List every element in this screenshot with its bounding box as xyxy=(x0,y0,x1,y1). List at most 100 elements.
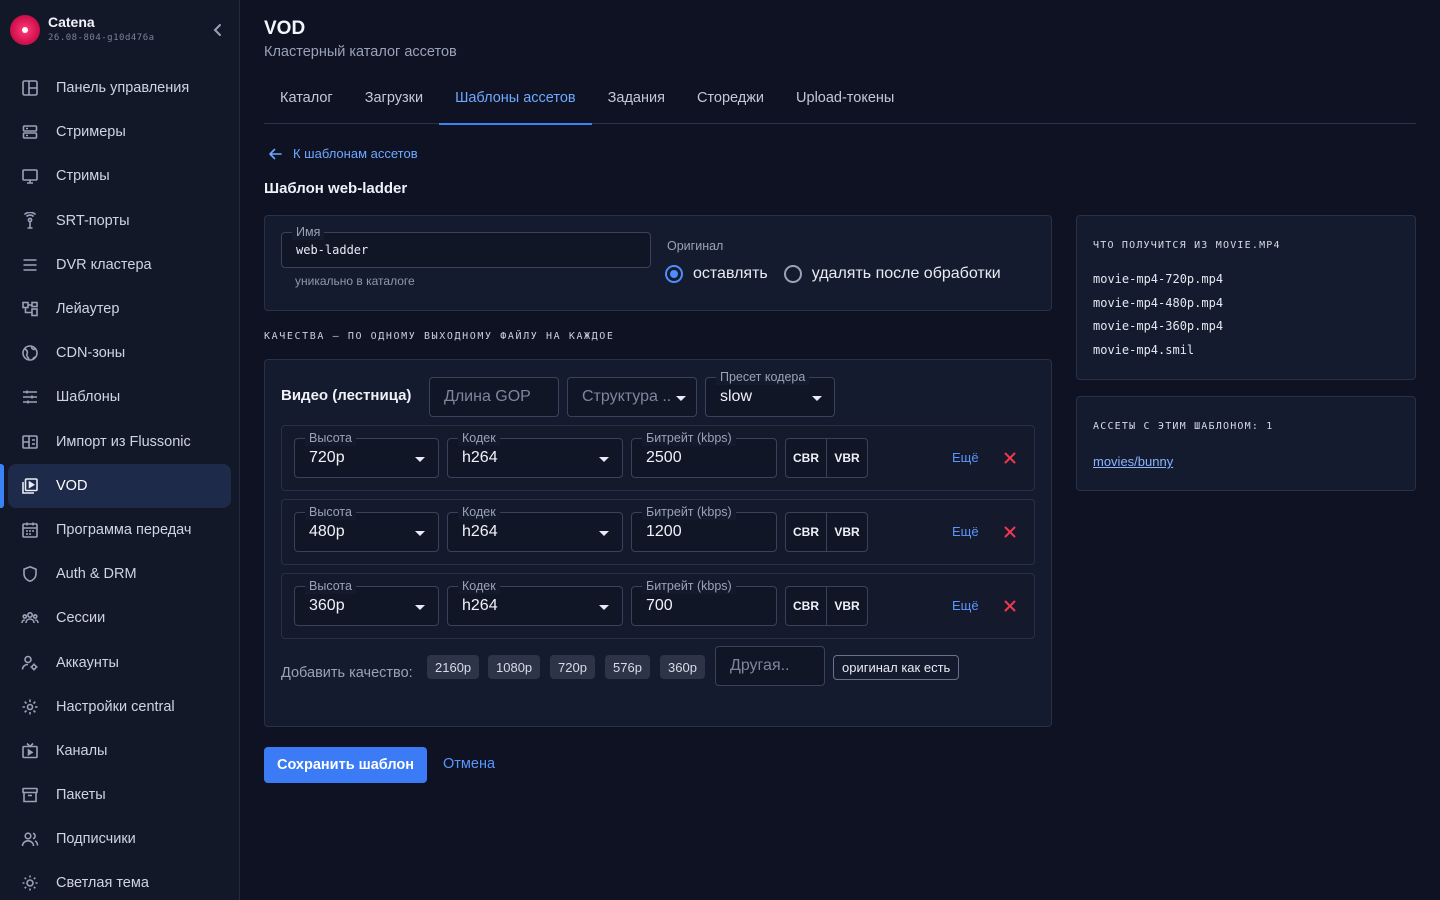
tab-upload-tokens[interactable]: Upload-токены xyxy=(780,76,910,124)
output-file: movie-mp4-720p.mp4 xyxy=(1093,272,1224,286)
sidebar-item-flussonic-import[interactable]: Импорт из Flussonic xyxy=(8,420,231,464)
custom-quality-input[interactable]: Другая.. xyxy=(715,646,825,686)
height-label: Высота xyxy=(305,578,356,594)
sidebar-item-label: Панель управления xyxy=(56,80,190,97)
sidebar-item-layouter[interactable]: Лейаутер xyxy=(8,287,231,331)
tab-asset-templates[interactable]: Шаблоны ассетов xyxy=(439,76,592,125)
height-select[interactable]: Высота 360p xyxy=(294,578,439,626)
chevron-down-icon xyxy=(812,396,822,401)
cancel-button[interactable]: Отмена xyxy=(443,756,495,772)
brand-name: Catena xyxy=(48,14,95,30)
tab-jobs[interactable]: Задания xyxy=(592,76,681,124)
vbr-button[interactable]: VBR xyxy=(827,587,867,625)
bitrate-label: Битрейт (kbps) xyxy=(642,430,736,446)
codec-select[interactable]: Кодек h264 xyxy=(447,578,623,626)
tab-storages[interactable]: Стореджи xyxy=(681,76,780,124)
sidebar-item-vod[interactable]: VOD xyxy=(8,463,231,508)
sidebar-item-label: Настройки central xyxy=(56,698,175,715)
codec-value: h264 xyxy=(462,597,498,614)
sidebar-item-channels[interactable]: Каналы xyxy=(8,729,231,773)
arrow-left-icon xyxy=(269,148,282,159)
cbr-button[interactable]: CBR xyxy=(786,513,827,551)
sidebar-item-dashboard[interactable]: Панель управления xyxy=(8,66,231,110)
codec-label: Кодек xyxy=(458,430,500,446)
sidebar-item-srt-ports[interactable]: SRT-порты xyxy=(8,199,231,243)
vbr-button[interactable]: VBR xyxy=(827,513,867,551)
back-to-templates-link[interactable]: К шаблонам ассетов xyxy=(268,146,418,161)
sidebar-item-auth-drm[interactable]: Auth & DRM xyxy=(8,552,231,596)
collapse-sidebar-button[interactable] xyxy=(206,18,230,42)
radio-keep[interactable] xyxy=(665,265,683,283)
height-select[interactable]: Высота 480p xyxy=(294,504,439,552)
structure-select[interactable]: Структура .. xyxy=(567,377,697,417)
sidebar-item-streamers[interactable]: Стримеры xyxy=(8,110,231,154)
remove-quality-button[interactable] xyxy=(1001,597,1019,615)
more-button[interactable]: Ещё xyxy=(952,598,979,613)
qualities-card: Видео (лестница) Длина GOP Структура .. … xyxy=(264,359,1052,727)
more-button[interactable]: Ещё xyxy=(952,450,979,465)
sidebar-item-central-settings[interactable]: Настройки central xyxy=(8,685,231,729)
preset-label: Пресет кодера xyxy=(716,369,810,385)
sidebar-nav: Панель управления Стримеры Стримы SRT-по… xyxy=(8,66,231,900)
template-title: Шаблон web-ladder xyxy=(264,180,408,197)
cbr-button[interactable]: CBR xyxy=(786,439,827,477)
sidebar-item-subscribers[interactable]: Подписчики xyxy=(8,817,231,861)
bitrate-input[interactable]: Битрейт (kbps) 700 xyxy=(631,578,777,626)
height-select[interactable]: Высота 720p xyxy=(294,430,439,478)
sidebar-item-label: Сессии xyxy=(56,610,106,627)
codec-select[interactable]: Кодек h264 xyxy=(447,504,623,552)
sidebar-item-label: Программа передач xyxy=(56,521,192,538)
name-field[interactable]: Имя web-ladder xyxy=(281,224,651,268)
sidebar-item-cdn[interactable]: CDN-зоны xyxy=(8,331,231,375)
remove-quality-button[interactable] xyxy=(1001,449,1019,467)
radio-keep-label[interactable]: оставлять xyxy=(693,265,768,283)
sun-icon xyxy=(20,873,40,893)
sidebar-item-templates[interactable]: Шаблоны xyxy=(8,375,231,419)
radio-delete-label[interactable]: удалять после обработки xyxy=(812,265,1001,283)
sidebar-item-theme-toggle[interactable]: Светлая тема xyxy=(8,861,231,900)
bitrate-input[interactable]: Битрейт (kbps) 1200 xyxy=(631,504,777,552)
chevron-down-icon xyxy=(599,605,609,610)
chevron-down-icon xyxy=(676,396,686,401)
sidebar-item-label: Пакеты xyxy=(56,787,106,804)
codec-select[interactable]: Кодек h264 xyxy=(447,430,623,478)
add-quality-chip-576p[interactable]: 576p xyxy=(605,655,650,679)
radio-delete[interactable] xyxy=(783,265,802,283)
bitrate-input[interactable]: Битрейт (kbps) 2500 xyxy=(631,430,777,478)
codec-value: h264 xyxy=(462,449,498,466)
add-quality-chip-720p[interactable]: 720p xyxy=(550,655,595,679)
server-icon xyxy=(20,122,40,142)
name-helper-text: уникально в каталоге xyxy=(295,274,415,288)
tab-uploads[interactable]: Загрузки xyxy=(349,76,439,124)
asset-link[interactable]: movies/bunny xyxy=(1093,454,1173,469)
more-button[interactable]: Ещё xyxy=(952,524,979,539)
sidebar-item-label: VOD xyxy=(56,477,88,494)
sidebar-item-sessions[interactable]: Сессии xyxy=(8,596,231,640)
main-content: VOD Кластерный каталог ассетов Каталог З… xyxy=(264,0,1416,900)
quality-row: Высота 480p Кодек h264 Битрейт (kbps) 12… xyxy=(281,499,1035,565)
save-template-button[interactable]: Сохранить шаблон xyxy=(264,747,427,783)
remove-quality-button[interactable] xyxy=(1001,523,1019,541)
sidebar-item-packages[interactable]: Пакеты xyxy=(8,773,231,817)
encoder-preset-select[interactable]: Пресет кодера slow xyxy=(705,369,835,417)
add-quality-chip-2160p[interactable]: 2160p xyxy=(427,655,480,679)
import-icon xyxy=(20,432,40,452)
name-field-value: web-ladder xyxy=(296,243,369,257)
quality-row: Высота 720p Кодек h264 Битрейт (kbps) 25… xyxy=(281,425,1035,491)
brand: Catena 26.08-804-g10d476a xyxy=(10,12,230,48)
add-original-as-is-button[interactable]: оригинал как есть xyxy=(833,655,960,680)
gop-length-input[interactable]: Длина GOP xyxy=(429,377,559,417)
sidebar-item-label: Стримы xyxy=(56,168,110,185)
vbr-button[interactable]: VBR xyxy=(827,439,867,477)
sidebar-item-accounts[interactable]: Аккаунты xyxy=(8,640,231,684)
height-value: 360p xyxy=(309,597,345,614)
cbr-button[interactable]: CBR xyxy=(786,587,827,625)
sidebar-item-schedule[interactable]: Программа передач xyxy=(8,508,231,552)
add-quality-chip-1080p[interactable]: 1080p xyxy=(488,655,541,679)
add-quality-chip-360p[interactable]: 360p xyxy=(660,655,705,679)
assets-using-template-panel: АССЕТЫ С ЭТИМ ШАБЛОНОМ: 1 movies/bunny xyxy=(1076,396,1416,491)
tabs: Каталог Загрузки Шаблоны ассетов Задания… xyxy=(264,76,1416,125)
sidebar-item-streams[interactable]: Стримы xyxy=(8,154,231,198)
tab-catalog[interactable]: Каталог xyxy=(264,76,349,124)
sidebar-item-dvr[interactable]: DVR кластера xyxy=(8,243,231,287)
